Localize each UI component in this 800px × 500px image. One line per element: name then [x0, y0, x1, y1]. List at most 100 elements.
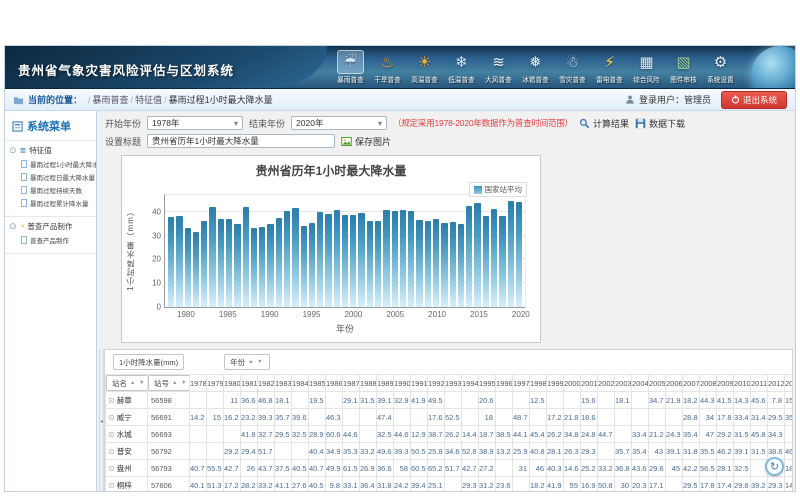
year-column-header[interactable]: 1997	[513, 375, 530, 392]
nav-item-map-review[interactable]: ▧图件审核	[665, 49, 702, 85]
sidebar-item[interactable]: 暴雨过程累计降水量	[21, 198, 94, 208]
year-column-header[interactable]: 2011	[751, 375, 768, 392]
bar-2003[interactable]	[375, 221, 381, 307]
year-column-header[interactable]: 2005	[649, 375, 666, 392]
row-expand-icon[interactable]: ⊙	[108, 464, 115, 473]
year-column-header[interactable]: 1992	[428, 375, 445, 392]
bar-2005[interactable]	[392, 211, 398, 307]
bar-1981[interactable]	[193, 232, 199, 307]
year-column-header[interactable]: 1999	[547, 375, 564, 392]
year-column-header[interactable]: 2001	[581, 375, 598, 392]
year-column-header[interactable]: 1986	[326, 375, 343, 392]
year-column-header[interactable]: 2010	[734, 375, 751, 392]
year-column-header[interactable]: 1985	[309, 375, 326, 392]
year-column-header[interactable]: 2004	[632, 375, 649, 392]
bar-1992[interactable]	[284, 211, 290, 307]
bar-2012[interactable]	[450, 222, 456, 307]
year-column-header[interactable]: 1994	[462, 375, 479, 392]
year-column-header[interactable]: 1981	[241, 375, 258, 392]
nav-item-comprehensive-risk[interactable]: ▦综合风险	[628, 49, 665, 85]
bar-2011[interactable]	[441, 223, 447, 307]
year-column-header[interactable]: 1978	[190, 375, 207, 392]
year-column-header[interactable]: 2002	[598, 375, 615, 392]
bar-1985[interactable]	[226, 219, 232, 307]
station-id-header[interactable]: 站号 ▲ ▼	[148, 375, 190, 392]
bar-2016[interactable]	[483, 216, 489, 307]
bar-1986[interactable]	[234, 224, 240, 307]
bar-2006[interactable]	[400, 210, 406, 307]
bar-1999[interactable]	[342, 215, 348, 307]
year-column-header[interactable]: 1988	[360, 375, 377, 392]
bar-2007[interactable]	[408, 211, 414, 307]
year-column-header[interactable]: 2000	[564, 375, 581, 392]
save-image-button[interactable]: 保存图片	[341, 135, 391, 148]
row-expand-icon[interactable]: ⊙	[108, 413, 115, 422]
bar-1996[interactable]	[317, 212, 323, 307]
chart-title-input[interactable]	[147, 134, 335, 148]
year-column-header[interactable]: 1993	[445, 375, 462, 392]
bar-1997[interactable]	[325, 214, 331, 307]
sidebar-item[interactable]: 普查产品制作	[21, 235, 94, 245]
download-button[interactable]: 数据下载	[635, 117, 685, 130]
bar-2013[interactable]	[458, 224, 464, 307]
nav-item-high-temp-survey[interactable]: ☀高温普查	[406, 49, 443, 85]
bar-1978[interactable]	[168, 217, 174, 307]
bar-1989[interactable]	[259, 227, 265, 307]
bar-1979[interactable]	[176, 216, 182, 307]
row-expand-icon[interactable]: ⊙	[108, 481, 115, 490]
nav-item-low-temp-survey[interactable]: ❄低温普查	[443, 49, 480, 85]
logout-button[interactable]: 退出系统	[721, 91, 787, 109]
year-column-header[interactable]: 1990	[394, 375, 411, 392]
refresh-button[interactable]: ↻	[765, 457, 784, 476]
measure-field[interactable]: 1小时降水量(mm)	[113, 354, 184, 370]
bar-1988[interactable]	[251, 228, 257, 307]
nav-item-hail-survey[interactable]: ❅冰雹普查	[517, 49, 554, 85]
year-column-header[interactable]: 1979	[207, 375, 224, 392]
nav-item-lightning-survey[interactable]: ⚡雷电普查	[591, 49, 628, 85]
year-column-header[interactable]: 1982	[258, 375, 275, 392]
bar-1993[interactable]	[292, 208, 298, 307]
bar-2008[interactable]	[416, 220, 422, 307]
bar-2001[interactable]	[358, 213, 364, 307]
year-column-header[interactable]: 1989	[377, 375, 394, 392]
bar-2009[interactable]	[425, 221, 431, 307]
bar-2014[interactable]	[466, 206, 472, 307]
nav-item-system-settings[interactable]: ⚙系统设置	[702, 49, 739, 85]
year-column-header[interactable]: 2007	[683, 375, 700, 392]
bar-2010[interactable]	[433, 219, 439, 307]
year-column-header[interactable]: 2006	[666, 375, 683, 392]
year-column-header[interactable]: 1996	[496, 375, 513, 392]
bar-1984[interactable]	[218, 219, 224, 307]
bar-2002[interactable]	[367, 221, 373, 307]
sidebar-item[interactable]: 暴雨过程日最大降水量	[21, 172, 94, 182]
grid-scroll-area[interactable]: 站名 ▲ ▼ 站号 ▲ ▼ 19781979198019811982198319…	[105, 374, 792, 492]
bar-1980[interactable]	[185, 228, 191, 307]
sidebar-item[interactable]: 暴雨过程1小时最大降水量	[21, 159, 94, 169]
year-column-header[interactable]: 1984	[292, 375, 309, 392]
breadcrumb-item[interactable]: 特征值	[135, 95, 162, 105]
year-column-header[interactable]: 1980	[224, 375, 241, 392]
bar-1987[interactable]	[243, 207, 249, 307]
nav-item-snow-survey[interactable]: ☃雪灾普查	[554, 49, 591, 85]
sidebar-group-1[interactable]: ⊙◔普查产品制作	[9, 221, 94, 232]
year-column-header[interactable]: 2003	[615, 375, 632, 392]
year-column-header[interactable]: 1991	[411, 375, 428, 392]
bar-1990[interactable]	[267, 224, 273, 307]
bar-1991[interactable]	[276, 218, 282, 307]
bar-2020[interactable]	[516, 202, 522, 307]
breadcrumb-item[interactable]: 暴雨过程1小时最大降水量	[169, 95, 273, 105]
year-column-header[interactable]: 2013	[785, 375, 793, 392]
row-expand-icon[interactable]: ⊙	[108, 396, 115, 405]
nav-item-drought-survey[interactable]: ♨干旱普查	[369, 49, 406, 85]
bar-2017[interactable]	[491, 209, 497, 307]
bar-1998[interactable]	[334, 210, 340, 307]
year-column-header[interactable]: 1995	[479, 375, 496, 392]
year-column-header[interactable]: 2012	[768, 375, 785, 392]
calculate-button[interactable]: 计算结果	[579, 117, 629, 130]
bar-1983[interactable]	[209, 207, 215, 307]
breadcrumb-item[interactable]: 暴雨普查	[93, 95, 129, 105]
bar-2015[interactable]	[474, 203, 480, 307]
row-expand-icon[interactable]: ⊙	[108, 430, 115, 439]
bar-1982[interactable]	[201, 221, 207, 307]
end-year-select[interactable]: 2020年	[291, 116, 387, 130]
